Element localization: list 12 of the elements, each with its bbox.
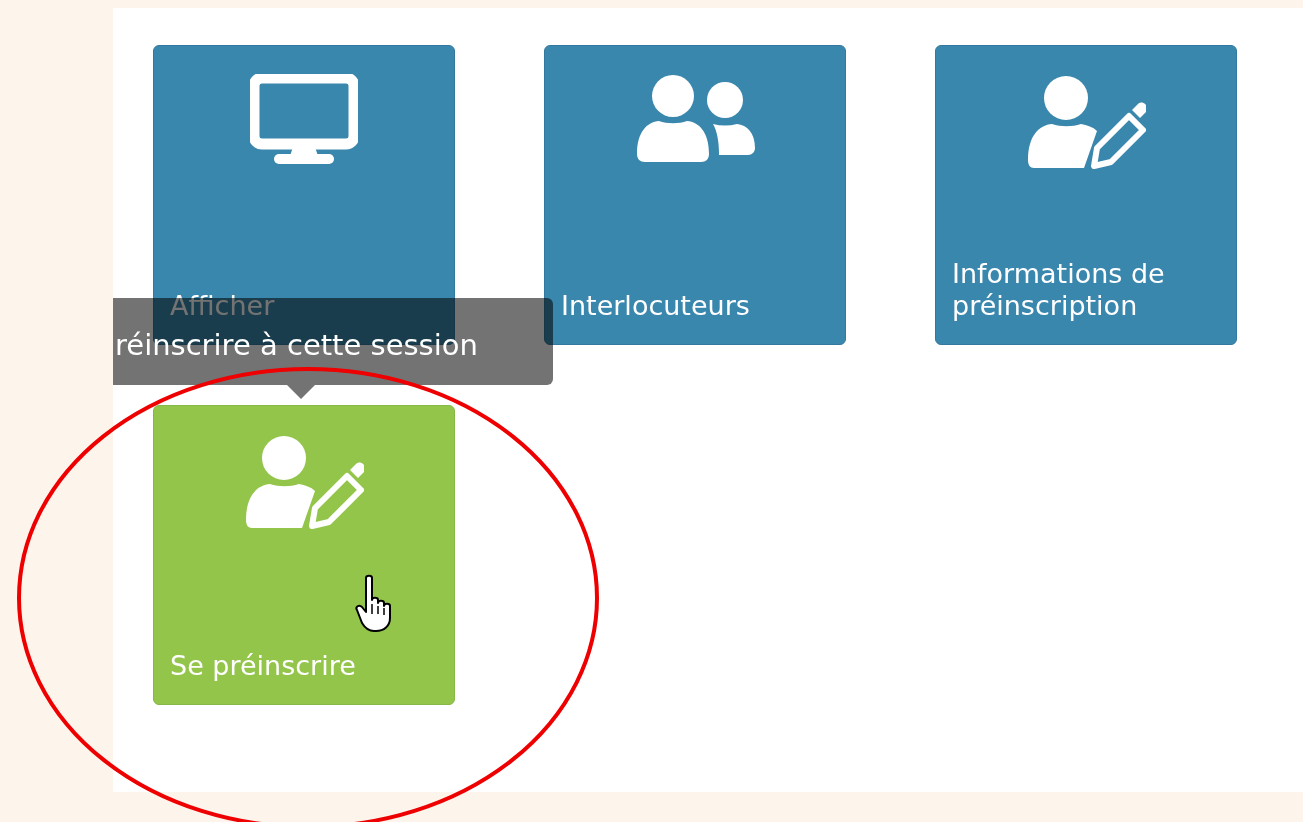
menu-tile[interactable]: Interlocuteurs — [544, 45, 846, 345]
users-icon — [635, 74, 755, 164]
user-edit-icon — [1026, 74, 1146, 170]
tile-label: Afficher — [170, 290, 276, 322]
tile-label: Informations de préinscription — [952, 258, 1166, 322]
menu-tile[interactable]: Se préinscrire — [153, 405, 455, 705]
tile-label: Interlocuteurs — [561, 290, 751, 322]
tile-label: Se préinscrire — [170, 650, 357, 682]
menu-tile[interactable]: Informations de préinscription — [935, 45, 1237, 345]
hand-cursor-icon — [354, 574, 394, 634]
tooltip-arrow — [287, 385, 315, 399]
user-edit-icon — [244, 434, 364, 530]
